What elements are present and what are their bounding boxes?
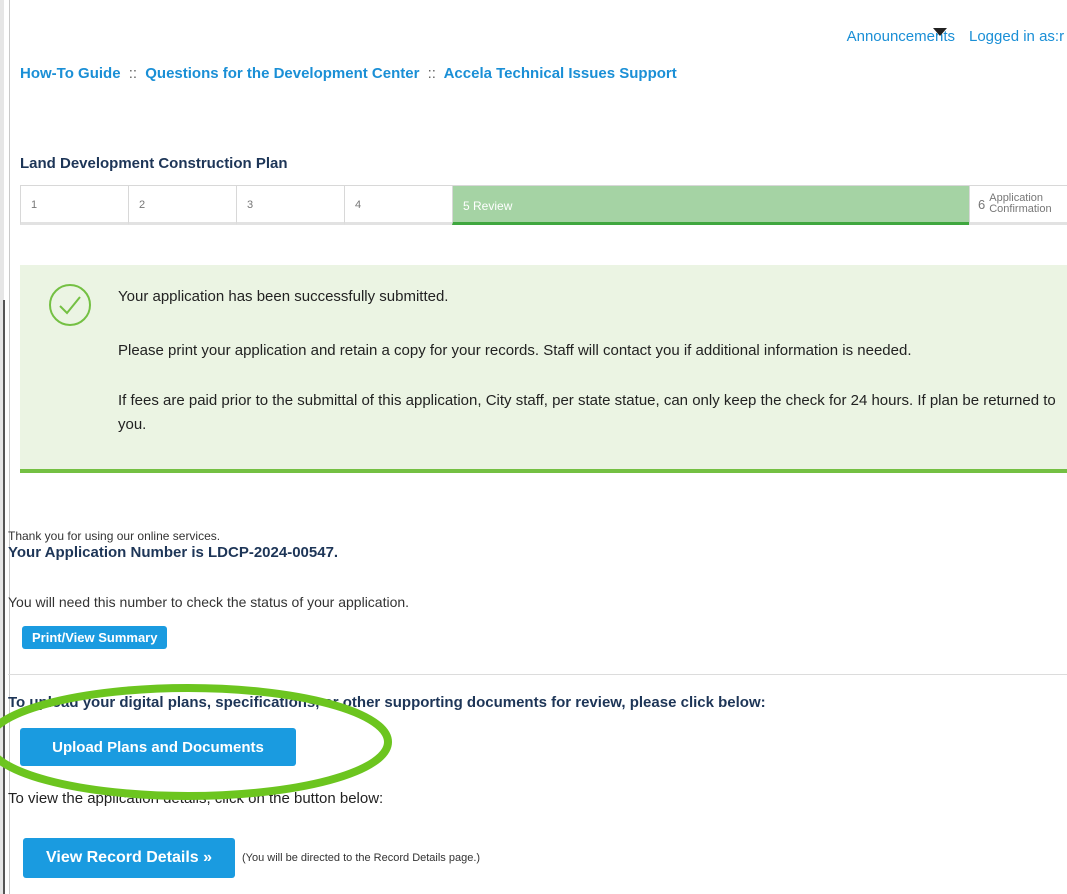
step-2: 2 xyxy=(128,185,236,225)
step-6-label-line2: Confirmation xyxy=(989,203,1052,215)
application-number: Your Application Number is LDCP-2024-005… xyxy=(8,544,339,561)
view-details-instructions: To view the application details, click o… xyxy=(8,790,384,807)
check-circle-icon xyxy=(49,284,91,326)
page-title: Land Development Construction Plan xyxy=(20,155,288,172)
questions-link[interactable]: Questions for the Development Center xyxy=(145,65,419,82)
link-separator: :: xyxy=(128,65,138,82)
fees-notice: If fees are paid prior to the submittal … xyxy=(118,392,1056,433)
success-message: Your application has been successfully s… xyxy=(118,288,449,305)
left-frame-shadow xyxy=(3,300,5,894)
status-note: You will need this number to check the s… xyxy=(8,594,410,610)
how-to-guide-link[interactable]: How-To Guide xyxy=(20,65,121,82)
success-notice: Your application has been successfully s… xyxy=(20,265,1067,473)
left-frame-edge xyxy=(0,0,10,894)
step-indicator: 1 2 3 4 5 Review 6 Application Confirmat… xyxy=(20,185,1067,229)
step-6-confirmation: 6 Application Confirmation xyxy=(969,185,1067,225)
step-4: 4 xyxy=(344,185,452,225)
view-record-details-button[interactable]: View Record Details » xyxy=(23,838,235,878)
caret-down-icon[interactable] xyxy=(933,28,947,36)
help-links: How-To Guide :: Questions for the Develo… xyxy=(20,65,677,82)
thank-you-text: Thank you for using our online services. xyxy=(8,529,221,543)
step-6-number: 6 xyxy=(978,196,986,212)
divider xyxy=(8,674,1067,675)
step-1: 1 xyxy=(20,185,128,225)
step-5-review: 5 Review xyxy=(452,185,969,225)
print-instructions: Please print your application and retain… xyxy=(118,342,912,359)
print-view-summary-button[interactable]: Print/View Summary xyxy=(22,626,168,649)
upload-plans-button[interactable]: Upload Plans and Documents xyxy=(20,728,296,766)
redirect-note: (You will be directed to the Record Deta… xyxy=(242,852,481,864)
step-6-label: Application Confirmation xyxy=(989,193,1051,215)
link-separator: :: xyxy=(427,65,436,82)
logged-in-label[interactable]: Logged in as:r xyxy=(969,28,1067,45)
upload-instructions: To upload your digital plans, specificat… xyxy=(8,694,766,711)
support-link[interactable]: Accela Technical Issues Support xyxy=(444,65,677,82)
step-3: 3 xyxy=(236,185,344,225)
